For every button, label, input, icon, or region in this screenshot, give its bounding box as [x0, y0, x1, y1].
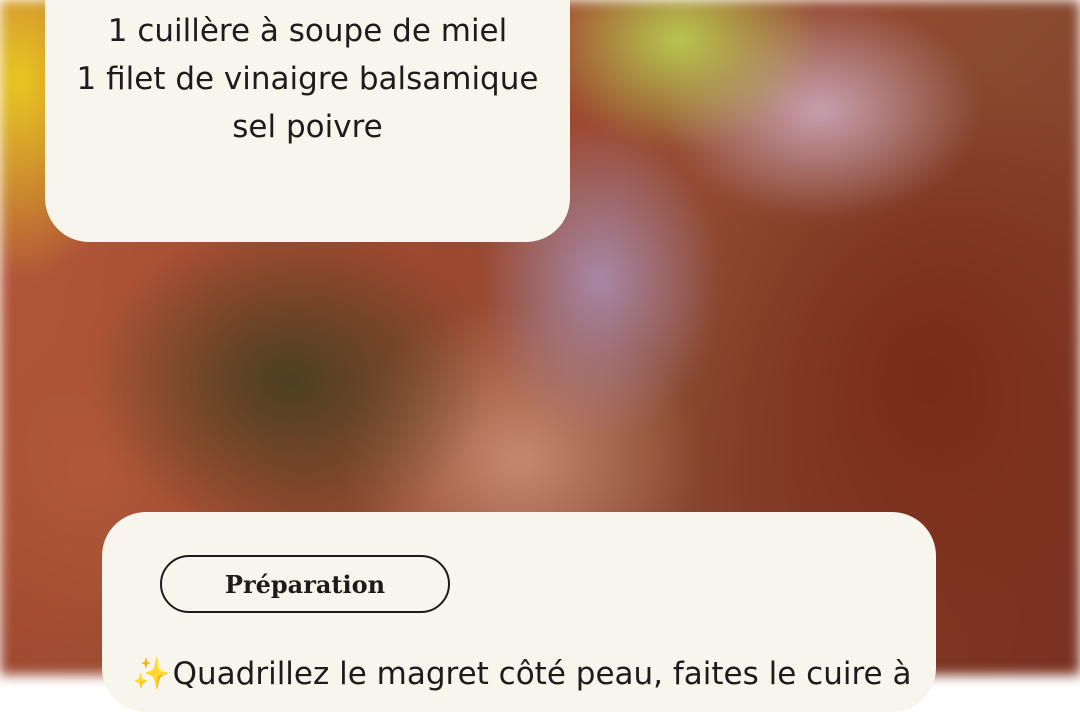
ingredient-line: sel poivre: [232, 109, 383, 145]
preparation-step: ✨Quadrillez le magret côté peau, faites …: [132, 654, 922, 694]
ingredients-card: 1 cuillère à soupe de miel 1 filet de vi…: [45, 0, 570, 242]
ingredients-list: 1 cuillère à soupe de miel 1 filet de vi…: [45, 7, 570, 151]
ingredient-line: 1 filet de vinaigre balsamique: [76, 61, 539, 97]
ingredient-line: 1 cuillère à soupe de miel: [107, 13, 508, 49]
preparation-title-badge: Préparation: [160, 555, 450, 613]
sparkle-icon: ✨: [132, 656, 171, 692]
preparation-card: Préparation ✨Quadrillez le magret côté p…: [102, 512, 936, 712]
preparation-step-text: Quadrillez le magret côté peau, faites l…: [172, 656, 922, 692]
preparation-title: Préparation: [224, 569, 386, 599]
